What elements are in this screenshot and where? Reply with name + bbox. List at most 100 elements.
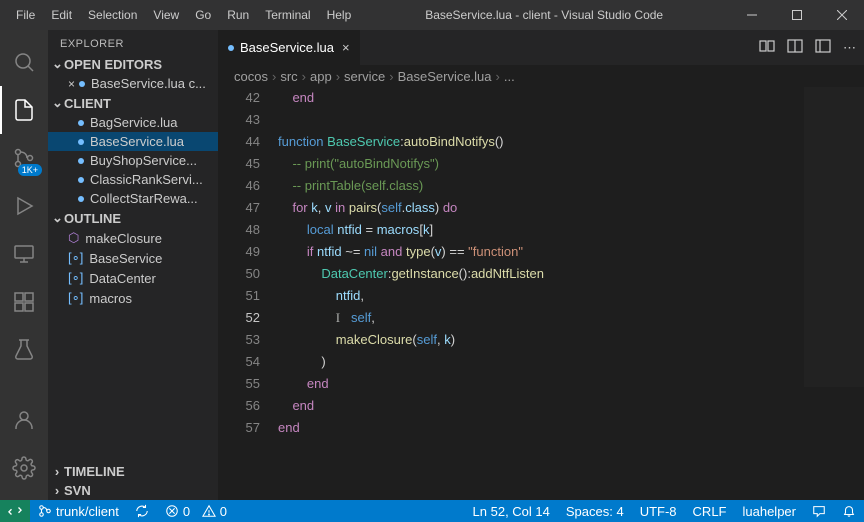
file-item[interactable]: BagService.lua	[48, 113, 218, 132]
file-item[interactable]: BuyShopService...	[48, 151, 218, 170]
breadcrumb-item[interactable]: cocos	[234, 69, 268, 84]
menu-terminal[interactable]: Terminal	[257, 4, 318, 26]
file-item[interactable]: ClassicRankServi...	[48, 170, 218, 189]
window-title: BaseService.lua - client - Visual Studio…	[359, 8, 729, 22]
chevron-right-icon: ›	[336, 69, 340, 84]
breadcrumb-item[interactable]: src	[280, 69, 297, 84]
chevron-down-icon: ⌄	[52, 56, 62, 72]
file-icon	[78, 177, 84, 183]
timeline-header[interactable]: ›TIMELINE	[48, 462, 218, 481]
sidebar: EXPLORER ⌄OPEN EDITORS ×BaseService.lua …	[48, 30, 218, 500]
indent-status[interactable]: Spaces: 4	[558, 500, 632, 522]
tab-label: BaseService.lua	[240, 40, 334, 55]
accounts-icon[interactable]	[0, 396, 48, 444]
chevron-right-icon: ›	[52, 483, 62, 498]
feedback-icon[interactable]	[804, 500, 834, 522]
outline-header[interactable]: ⌄OUTLINE	[48, 208, 218, 228]
file-icon	[78, 120, 84, 126]
more-icon[interactable]: ⋯	[843, 40, 856, 56]
split-icon[interactable]	[787, 38, 803, 57]
compare-icon[interactable]	[759, 38, 775, 57]
menu-view[interactable]: View	[145, 4, 187, 26]
extensions-icon[interactable]	[0, 278, 48, 326]
activity-bar: 1K+	[0, 30, 48, 500]
chevron-right-icon: ›	[496, 69, 500, 84]
minimize-button[interactable]	[729, 0, 774, 30]
file-icon	[78, 158, 84, 164]
titlebar: FileEditSelectionViewGoRunTerminalHelp B…	[0, 0, 864, 30]
text-cursor: I	[336, 310, 340, 325]
close-button[interactable]	[819, 0, 864, 30]
search-icon[interactable]	[0, 38, 48, 86]
scm-badge: 1K+	[18, 164, 42, 176]
editor-actions: ⋯	[759, 30, 864, 65]
open-editor-item[interactable]: ×BaseService.lua c...	[48, 74, 218, 93]
menu-file[interactable]: File	[8, 4, 43, 26]
remote-explorer-icon[interactable]	[0, 230, 48, 278]
maximize-button[interactable]	[774, 0, 819, 30]
tab-bar: BaseService.lua × ⋯	[218, 30, 864, 65]
code-content[interactable]: end function BaseService:autoBindNotifys…	[278, 87, 864, 500]
explorer-icon[interactable]	[0, 86, 48, 134]
file-icon	[78, 139, 84, 145]
chevron-down-icon: ⌄	[52, 210, 62, 226]
eol-status[interactable]: CRLF	[685, 500, 735, 522]
chevron-right-icon: ›	[52, 464, 62, 479]
tab-baseservice[interactable]: BaseService.lua ×	[218, 30, 361, 65]
source-control-icon[interactable]: 1K+	[0, 134, 48, 182]
file-item[interactable]: CollectStarRewa...	[48, 189, 218, 208]
outline-item[interactable]: [∘]DataCenter	[48, 268, 218, 288]
symbol-icon: [∘]	[68, 250, 83, 266]
symbol-icon: ⬡	[68, 230, 79, 246]
file-item[interactable]: BaseService.lua	[48, 132, 218, 151]
bell-icon[interactable]	[834, 500, 864, 522]
status-bar: trunk/client 0 0 Ln 52, Col 14 Spaces: 4…	[0, 500, 864, 522]
menu-run[interactable]: Run	[219, 4, 257, 26]
menu-selection[interactable]: Selection	[80, 4, 145, 26]
code-editor[interactable]: 42434445464748495051525354555657 end fun…	[218, 87, 864, 500]
outline-item[interactable]: [∘]macros	[48, 288, 218, 308]
chevron-down-icon: ⌄	[52, 95, 62, 111]
close-icon[interactable]: ×	[68, 77, 75, 91]
chevron-right-icon: ›	[302, 69, 306, 84]
main-area: 1K+ EXPLORER ⌄OPEN EDITORS ×BaseService.…	[0, 30, 864, 500]
language-status[interactable]: luahelper	[735, 500, 805, 522]
breadcrumb-item[interactable]: ...	[504, 69, 515, 84]
testing-icon[interactable]	[0, 326, 48, 374]
window-controls	[729, 0, 864, 30]
branch-status[interactable]: trunk/client	[30, 500, 127, 522]
menu-edit[interactable]: Edit	[43, 4, 80, 26]
run-debug-icon[interactable]	[0, 182, 48, 230]
chevron-right-icon: ›	[272, 69, 276, 84]
file-icon	[78, 196, 84, 202]
close-icon[interactable]: ×	[342, 40, 350, 55]
client-header[interactable]: ⌄CLIENT	[48, 93, 218, 113]
sync-status[interactable]	[127, 500, 157, 522]
breadcrumb-item[interactable]: BaseService.lua	[398, 69, 492, 84]
encoding-status[interactable]: UTF-8	[632, 500, 685, 522]
file-icon	[228, 45, 234, 51]
outline-item[interactable]: [∘]BaseService	[48, 248, 218, 268]
remote-indicator[interactable]	[0, 500, 30, 522]
settings-gear-icon[interactable]	[0, 444, 48, 492]
cursor-position[interactable]: Ln 52, Col 14	[465, 500, 558, 522]
breadcrumb-item[interactable]: service	[344, 69, 385, 84]
outline-item[interactable]: ⬡makeClosure	[48, 228, 218, 248]
symbol-icon: [∘]	[68, 290, 83, 306]
menu-go[interactable]: Go	[187, 4, 219, 26]
breadcrumb-item[interactable]: app	[310, 69, 332, 84]
open-editors-header[interactable]: ⌄OPEN EDITORS	[48, 54, 218, 74]
file-icon	[79, 81, 85, 87]
editor-area: BaseService.lua × ⋯ cocos › src › app › servic…	[218, 30, 864, 500]
errors-status[interactable]: 0 0	[157, 500, 235, 522]
svn-header[interactable]: ›SVN	[48, 481, 218, 500]
menu-bar: FileEditSelectionViewGoRunTerminalHelp	[0, 4, 359, 26]
chevron-right-icon: ›	[389, 69, 393, 84]
minimap[interactable]	[804, 87, 864, 387]
breadcrumb[interactable]: cocos › src › app › service › BaseService.lua ›..…	[218, 65, 864, 87]
symbol-icon: [∘]	[68, 270, 83, 286]
sidebar-title: EXPLORER	[48, 30, 218, 54]
gutter: 42434445464748495051525354555657	[218, 87, 278, 500]
menu-help[interactable]: Help	[319, 4, 360, 26]
layout-icon[interactable]	[815, 38, 831, 57]
